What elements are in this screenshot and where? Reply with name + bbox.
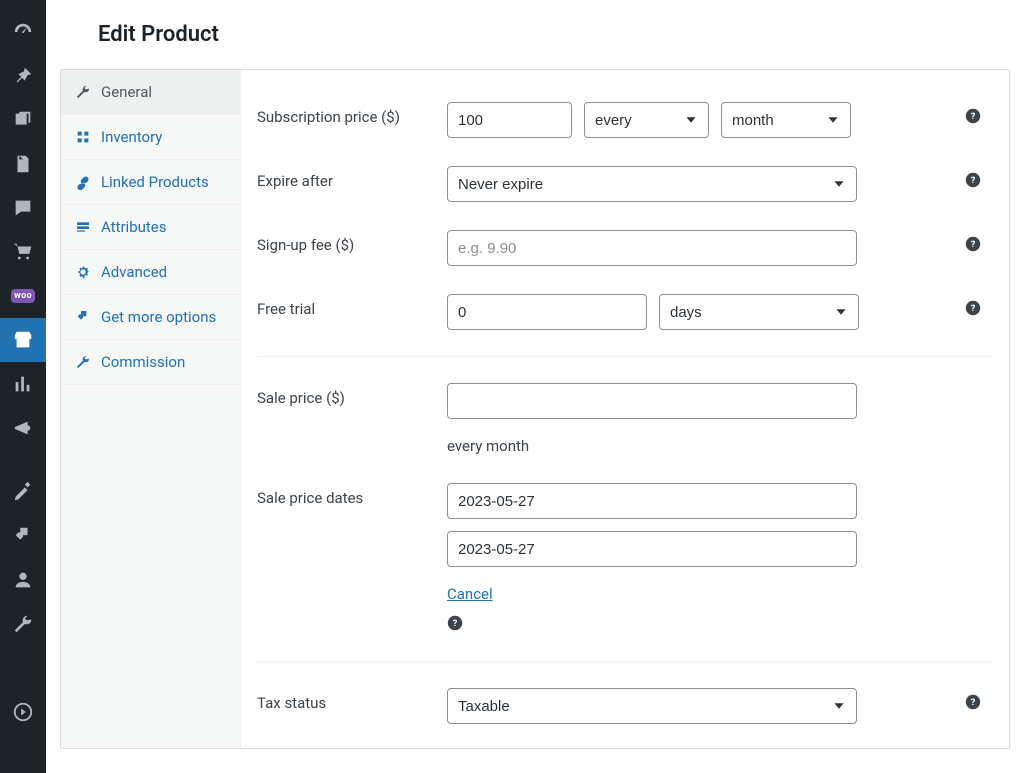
label-free-trial: Free trial <box>257 294 447 318</box>
separator <box>0 450 46 470</box>
help-spacer <box>965 483 993 489</box>
signup-fee-input[interactable] <box>447 230 857 266</box>
attributes-icon <box>75 219 91 235</box>
tab-label: Advanced <box>101 263 167 281</box>
label-tax-status: Tax status <box>257 688 447 712</box>
plugins-icon[interactable] <box>0 514 46 558</box>
products-icon[interactable] <box>0 318 46 362</box>
sale-price-input[interactable] <box>447 383 857 419</box>
help-icon[interactable]: ? <box>965 102 993 128</box>
tab-label: General <box>101 83 152 101</box>
subscription-period-select[interactable]: month <box>721 102 851 138</box>
help-icon[interactable]: ? <box>965 294 993 320</box>
page: Edit Product General Inventory Linked Pr… <box>46 0 1024 773</box>
tab-label: Inventory <box>101 128 162 146</box>
svg-text:?: ? <box>971 303 976 314</box>
fields-area: Subscription price ($) every month ? Exp… <box>241 70 1009 748</box>
plug-icon <box>75 309 91 325</box>
tab-general[interactable]: General <box>61 70 240 115</box>
tab-label: Linked Products <box>101 173 209 191</box>
tab-get-more[interactable]: Get more options <box>61 295 240 340</box>
analytics-icon[interactable] <box>0 362 46 406</box>
expire-after-select[interactable]: Never expire <box>447 166 857 202</box>
svg-text:?: ? <box>453 618 458 629</box>
product-data-panel: General Inventory Linked Products Attrib… <box>60 69 1010 749</box>
row-free-trial: Free trial days ? <box>257 280 993 344</box>
svg-text:?: ? <box>971 175 976 186</box>
page-header: Edit Product <box>46 0 1024 69</box>
free-trial-unit-select[interactable]: days <box>659 294 859 330</box>
woo-icon[interactable]: woo <box>0 274 46 318</box>
media-icon[interactable] <box>0 98 46 142</box>
tab-commission[interactable]: Commission <box>61 340 240 385</box>
row-sale-price: Sale price ($) every month <box>257 356 993 469</box>
pages-icon[interactable] <box>0 142 46 186</box>
admin-sidebar: woo <box>0 0 46 773</box>
tab-advanced[interactable]: Advanced <box>61 250 240 295</box>
subscription-interval-select[interactable]: every <box>584 102 709 138</box>
link-icon <box>75 174 91 190</box>
subscription-price-input[interactable] <box>447 102 572 138</box>
cart-icon[interactable] <box>0 230 46 274</box>
marketing-icon[interactable] <box>0 406 46 450</box>
product-tabs: General Inventory Linked Products Attrib… <box>61 70 241 748</box>
help-icon[interactable]: ? <box>965 230 993 256</box>
tab-linked[interactable]: Linked Products <box>61 160 240 205</box>
wrench-icon <box>75 84 91 100</box>
label-sale-price: Sale price ($) <box>257 383 447 407</box>
settings-icon[interactable] <box>0 646 46 690</box>
help-icon[interactable]: ? <box>965 166 993 192</box>
inventory-icon <box>75 129 91 145</box>
label-expire-after: Expire after <box>257 166 447 190</box>
comments-icon[interactable] <box>0 186 46 230</box>
wrench-icon <box>75 354 91 370</box>
tax-status-select[interactable]: Taxable <box>447 688 857 724</box>
pin-icon[interactable] <box>0 54 46 98</box>
row-sale-dates: Sale price dates Cancel ? <box>257 469 993 649</box>
free-trial-length-input[interactable] <box>447 294 647 330</box>
sale-date-to-input[interactable] <box>447 531 857 567</box>
tab-label: Commission <box>101 353 185 371</box>
svg-text:?: ? <box>971 239 976 250</box>
sale-price-note: every month <box>447 437 965 455</box>
help-icon[interactable]: ? <box>965 688 993 714</box>
collapse-icon[interactable] <box>0 690 46 734</box>
page-title: Edit Product <box>98 22 982 47</box>
row-tax-class: Tax class Standard ? <box>257 738 993 748</box>
svg-text:?: ? <box>971 111 976 122</box>
label-subscription-price: Subscription price ($) <box>257 102 447 126</box>
users-icon[interactable] <box>0 558 46 602</box>
tools-icon[interactable] <box>0 602 46 646</box>
dashboard-icon[interactable] <box>0 10 46 54</box>
help-icon[interactable]: ? <box>447 615 857 635</box>
row-signup-fee: Sign-up fee ($) ? <box>257 216 993 280</box>
tab-label: Attributes <box>101 218 167 236</box>
label-signup-fee: Sign-up fee ($) <box>257 230 447 254</box>
label-sale-dates: Sale price dates <box>257 483 447 507</box>
appearance-icon[interactable] <box>0 470 46 514</box>
help-spacer <box>965 383 993 389</box>
row-subscription-price: Subscription price ($) every month ? <box>257 88 993 152</box>
row-expire-after: Expire after Never expire ? <box>257 152 993 216</box>
cancel-schedule-link[interactable]: Cancel <box>447 585 857 603</box>
gear-icon <box>75 264 91 280</box>
row-tax-status: Tax status Taxable ? <box>257 661 993 738</box>
svg-text:?: ? <box>971 697 976 708</box>
tab-label: Get more options <box>101 308 216 326</box>
tab-inventory[interactable]: Inventory <box>61 115 240 160</box>
tab-attributes[interactable]: Attributes <box>61 205 240 250</box>
sale-date-from-input[interactable] <box>447 483 857 519</box>
